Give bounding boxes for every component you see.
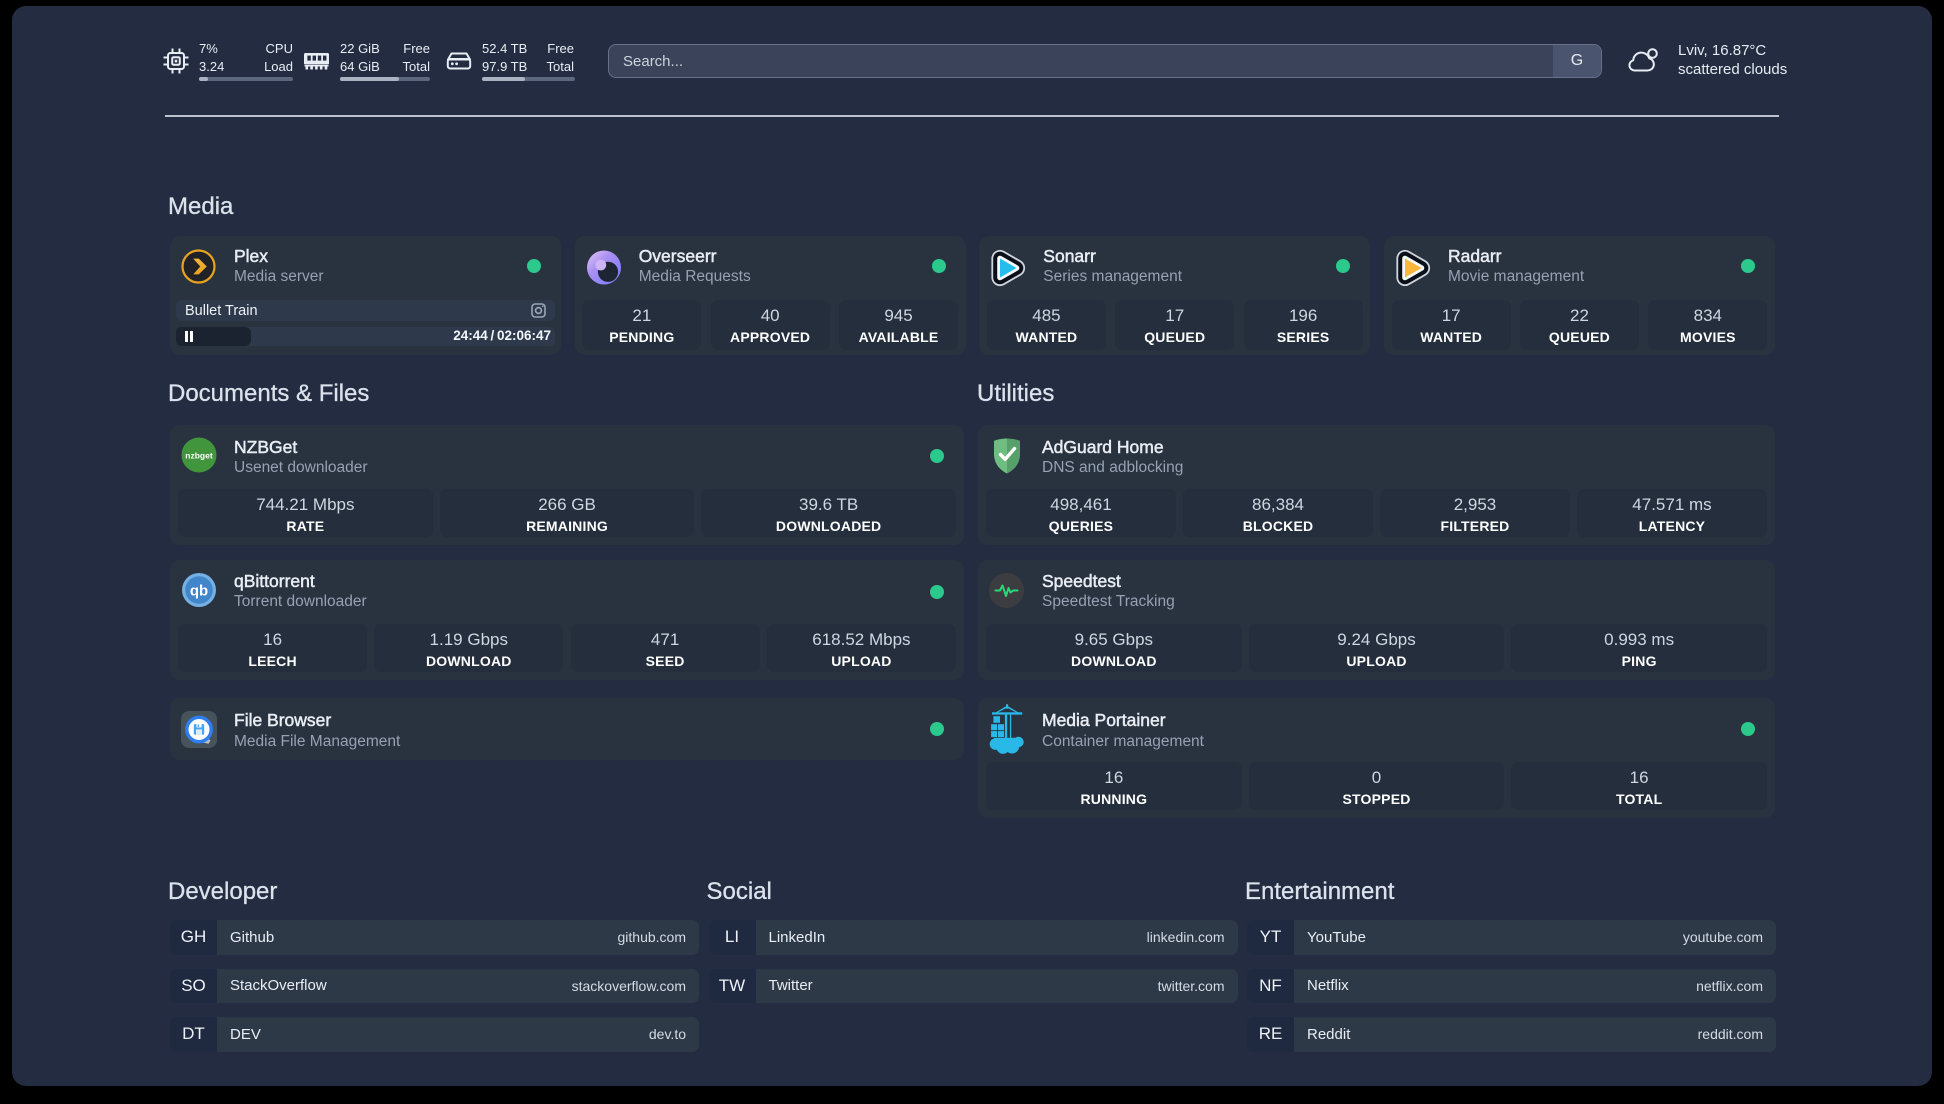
- svg-text:qb: qb: [190, 582, 208, 599]
- svg-text:nzbget: nzbget: [185, 451, 213, 461]
